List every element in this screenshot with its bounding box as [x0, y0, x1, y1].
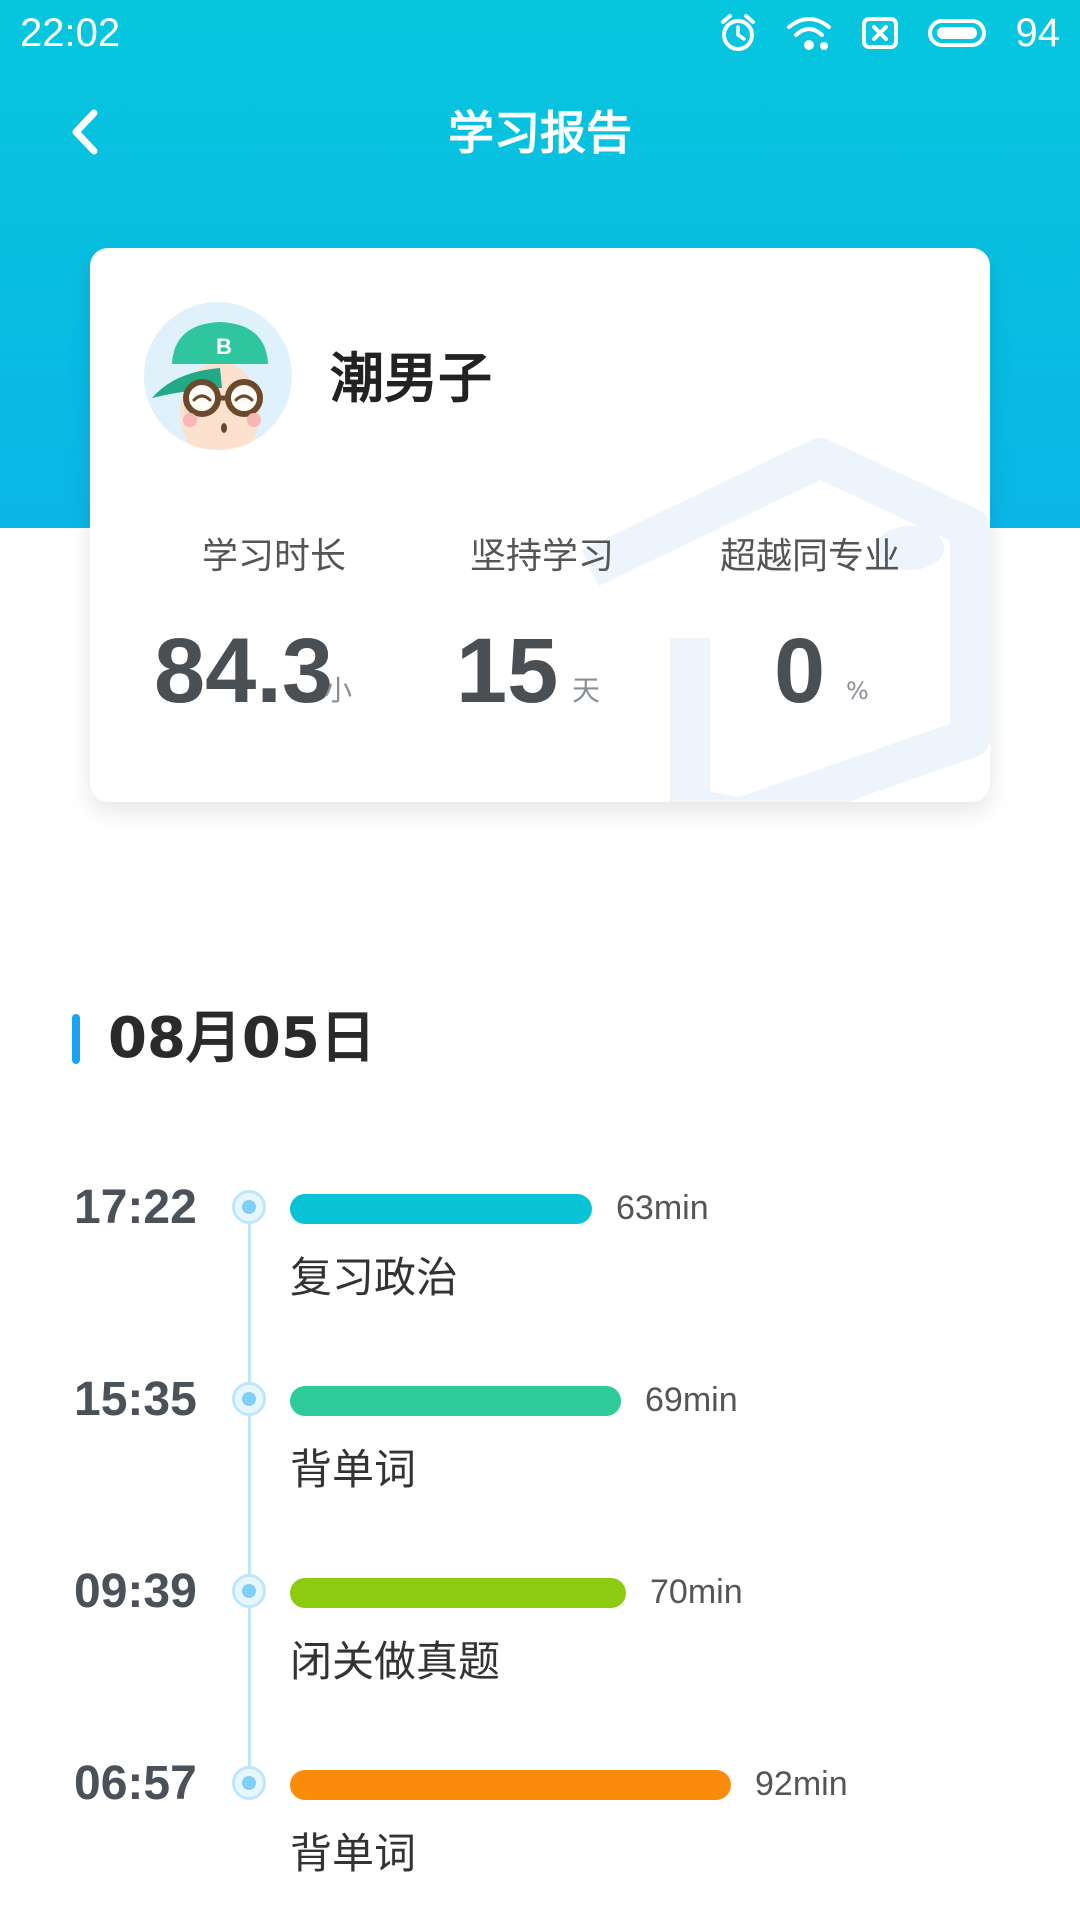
- stat-value: 0: [774, 620, 826, 722]
- entry-activity: 复习政治: [290, 1253, 459, 1302]
- timeline-dot-icon: [232, 1574, 266, 1608]
- date-accent-bar: [72, 1014, 80, 1064]
- duration-bar: [290, 1194, 592, 1224]
- stat-value-row: 0 %: [680, 616, 940, 756]
- status-icons: 94: [718, 8, 1061, 58]
- entry-duration: 69min: [645, 1381, 738, 1419]
- stat-label: 学习时长: [201, 536, 346, 577]
- entry-time: 17:22: [74, 1181, 197, 1234]
- stat-streak-days: 坚持学习 15 天: [412, 534, 672, 754]
- stat-label: 超越同专业: [719, 536, 900, 577]
- date-title: 08月05日: [108, 1006, 376, 1071]
- stat-unit: 小时: [324, 674, 353, 706]
- timeline-entry[interactable]: 15:35 69min 背单词: [0, 1370, 1080, 1530]
- entry-activity: 背单词: [290, 1829, 417, 1878]
- battery-icon: [927, 13, 988, 53]
- stat-value: 84.3: [154, 620, 334, 722]
- duration-bar: [290, 1578, 626, 1608]
- entry-duration: 70min: [650, 1573, 743, 1611]
- entry-activity: 背单词: [290, 1445, 417, 1494]
- alarm-icon: [718, 13, 758, 53]
- entry-duration: 63min: [616, 1189, 709, 1227]
- entry-time: 15:35: [74, 1373, 197, 1426]
- duration-bar: [290, 1770, 731, 1800]
- timeline-entry[interactable]: 06:57 92min 背单词: [0, 1754, 1080, 1914]
- timeline-entry[interactable]: 17:22 63min 复习政治: [0, 1178, 1080, 1338]
- user-name: 潮男子: [330, 347, 492, 410]
- battery-level: 94: [1015, 11, 1061, 55]
- stat-value-row: 15 天: [412, 616, 672, 756]
- avatar[interactable]: B: [144, 302, 292, 450]
- timeline-entry[interactable]: 09:39 70min 闭关做真题: [0, 1562, 1080, 1722]
- stat-label: 坚持学习: [469, 536, 614, 577]
- status-bar: 22:02 94: [0, 0, 1080, 68]
- status-time: 22:02: [20, 11, 121, 55]
- stat-unit: %: [846, 677, 869, 705]
- stat-unit: 天: [572, 674, 601, 707]
- entry-time: 06:57: [74, 1757, 197, 1810]
- stat-percentile: 超越同专业 0 %: [680, 534, 940, 754]
- duration-bar: [290, 1386, 621, 1416]
- timeline-dot-icon: [232, 1382, 266, 1416]
- stat-study-duration: 学习时长 84.3 小时: [144, 534, 404, 754]
- timeline-dot-icon: [232, 1190, 266, 1224]
- stat-value-row: 84.3 小时: [144, 616, 404, 756]
- entry-duration: 92min: [755, 1765, 848, 1803]
- timeline-dot-icon: [232, 1766, 266, 1800]
- page-title: 学习报告: [448, 106, 632, 160]
- svg-text:B: B: [216, 334, 232, 359]
- stat-value: 15: [456, 620, 559, 722]
- avatar-illustration: B: [152, 322, 268, 450]
- wifi-icon: [786, 13, 832, 53]
- sim-card-icon: [860, 13, 900, 53]
- summary-card: B 潮男子 学习时长 84.3 小时 坚持学习 15 天 超越同专业 0 %: [90, 248, 990, 802]
- entry-activity: 闭关做真题: [290, 1637, 501, 1686]
- entry-time: 09:39: [74, 1565, 197, 1618]
